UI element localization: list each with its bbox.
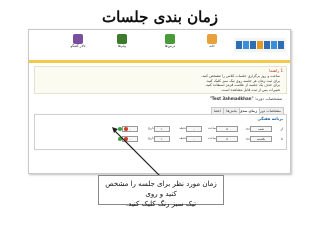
callout-line-1: زمان مورد نظر برای جلسه را مشخص کنید و ر… <box>105 180 217 198</box>
callout-line-2: تیک سبز رنگ کلیک کنید. <box>125 200 197 208</box>
instruction-callout: زمان مورد نظر برای جلسه را مشخص کنید و ر… <box>98 175 224 208</box>
